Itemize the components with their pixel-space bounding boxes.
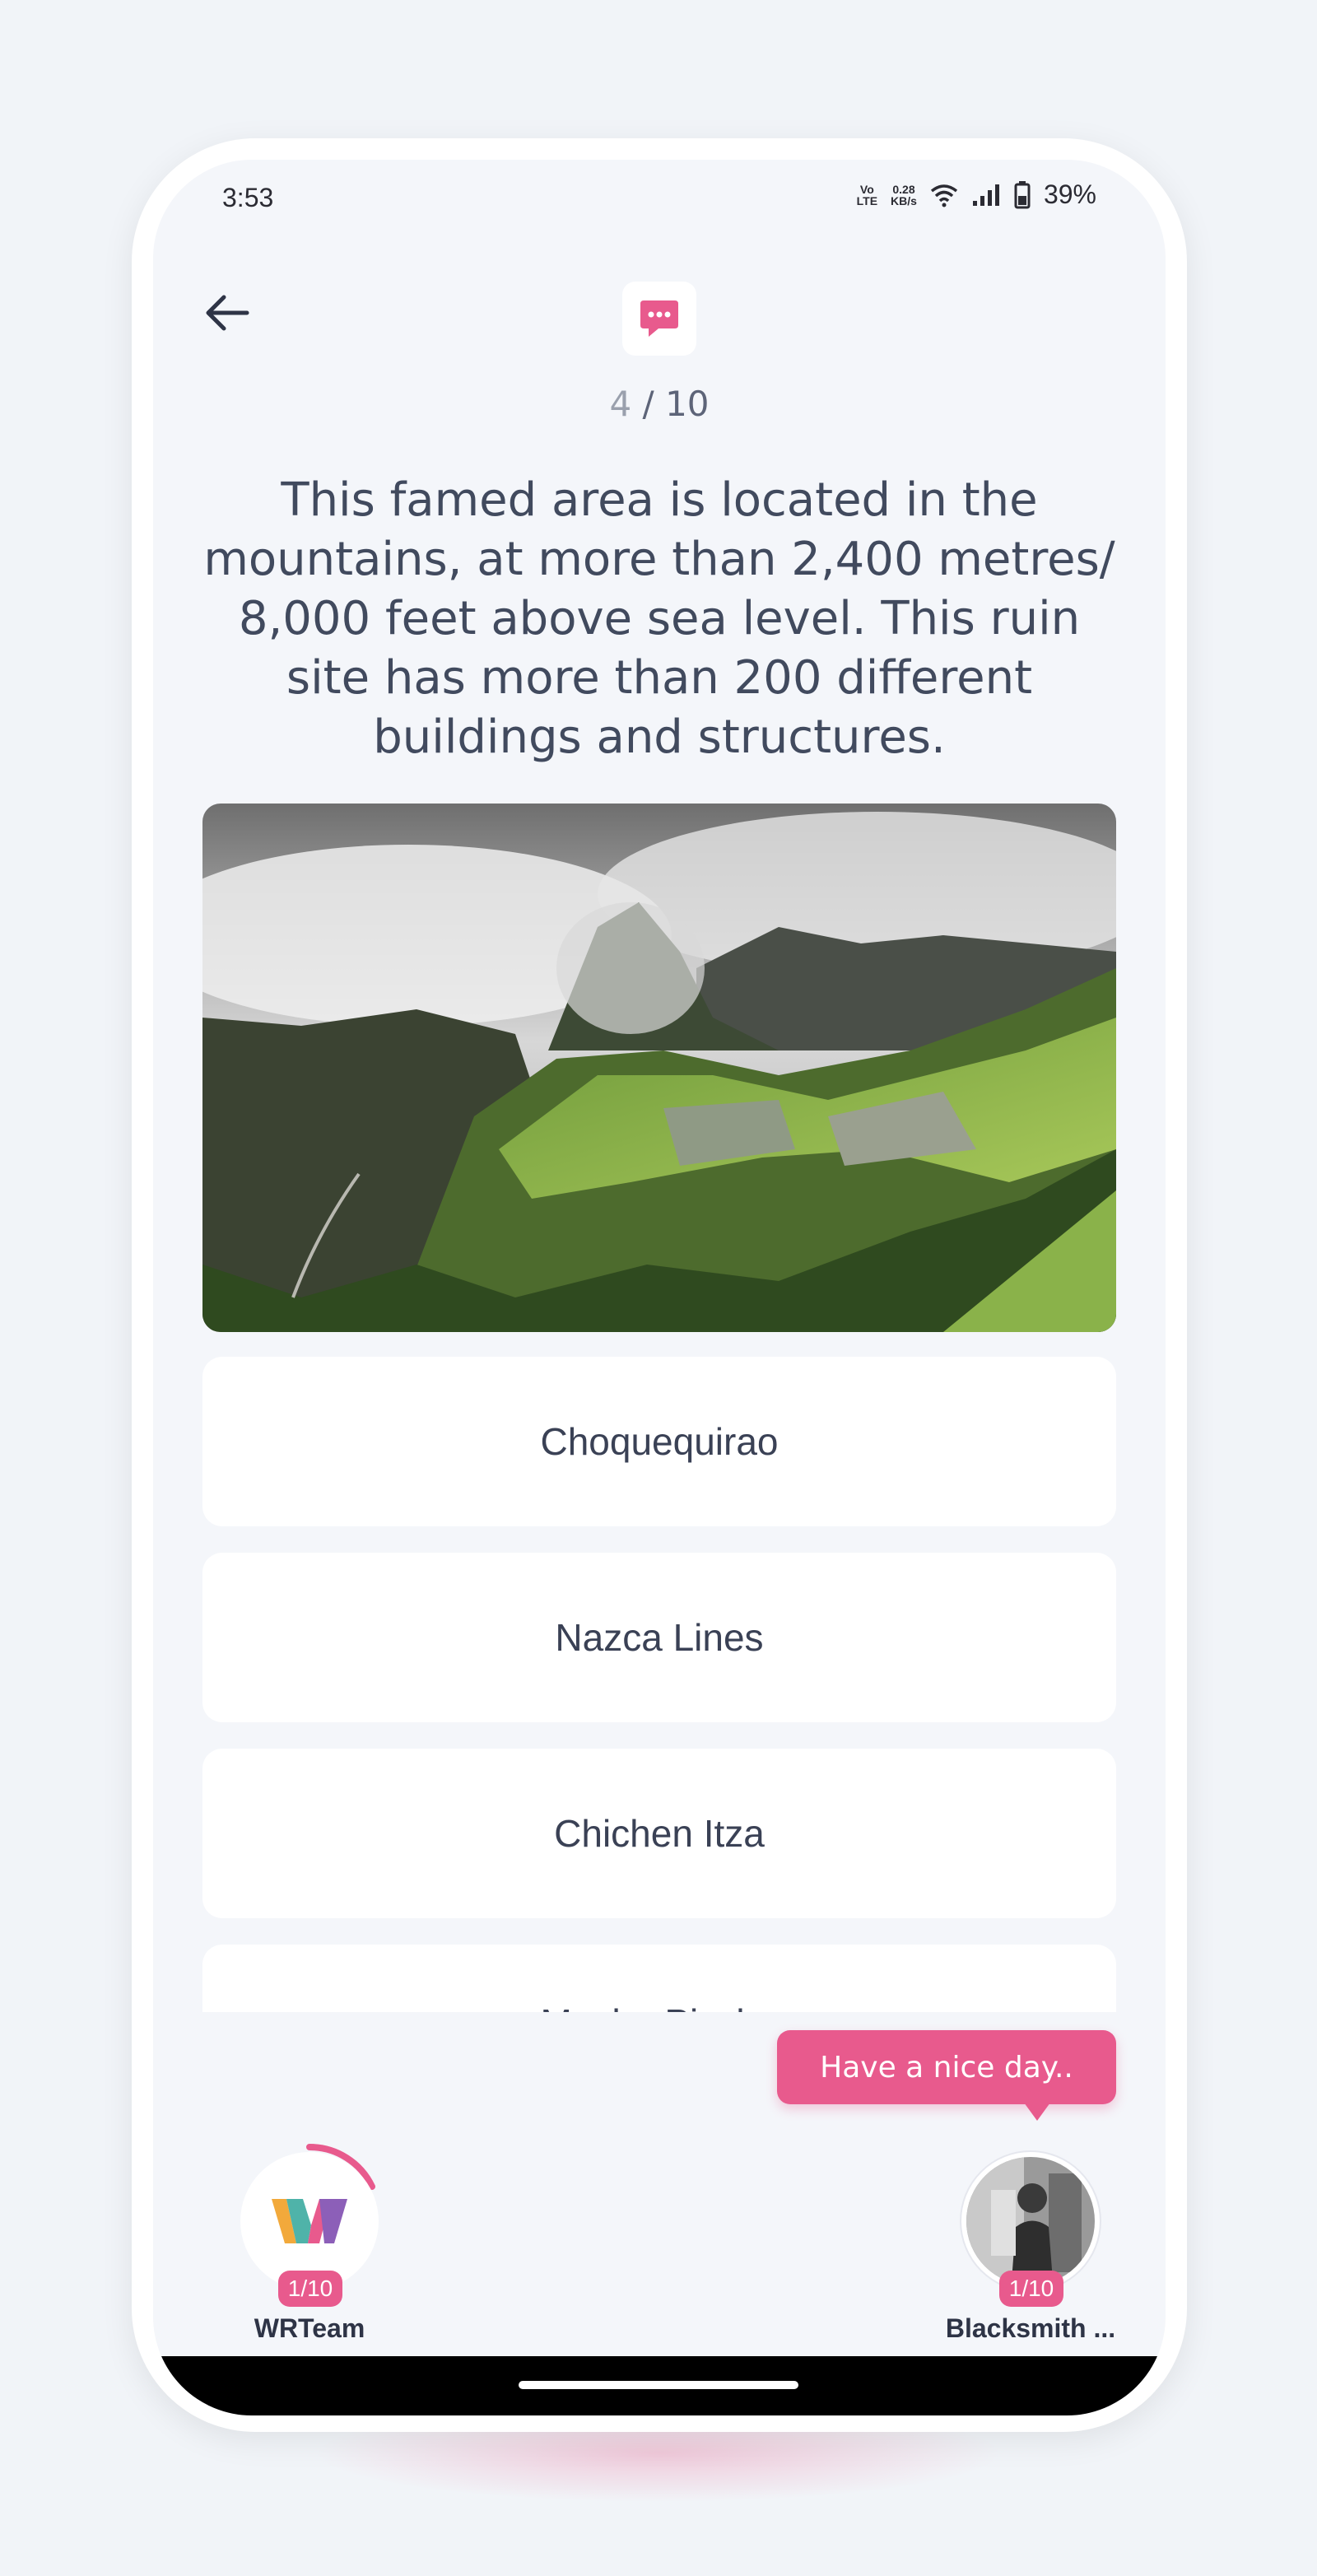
phone-screen: 3:53 Vo LTE 0.28 KB/s 39% 4 / 10 This fa… <box>153 160 1166 2415</box>
option-1[interactable]: Choquequirao <box>202 1357 1116 1526</box>
score-badge: 1/10 <box>278 2271 342 2307</box>
player-name: WRTeam <box>254 2313 365 2343</box>
question-counter: 4 / 10 <box>153 384 1166 424</box>
question-text: This famed area is located in the mounta… <box>203 473 1115 764</box>
volte-indicator: Vo LTE <box>856 182 878 207</box>
option-4[interactable]: Machu Picchu <box>202 1945 1116 2012</box>
answer-options: Choquequirao Nazca Lines Chichen Itza Ma… <box>202 1357 1116 2012</box>
avatar <box>961 2152 1100 2290</box>
back-button[interactable] <box>198 283 257 342</box>
counter-current: 4 <box>609 384 632 424</box>
network-speed: 0.28 KB/s <box>891 182 917 207</box>
counter-total: 10 <box>665 384 710 424</box>
counter-separator: / <box>631 384 666 424</box>
wifi-icon <box>930 184 958 207</box>
player-name: Blacksmith ... <box>945 2313 1116 2343</box>
signal-icon <box>972 184 999 206</box>
option-2[interactable]: Nazca Lines <box>202 1553 1116 1722</box>
battery-percent: 39% <box>1043 179 1096 209</box>
message-bubble: Have a nice day.. <box>777 2030 1116 2121</box>
battery-icon <box>1014 180 1031 208</box>
status-time: 3:53 <box>222 183 274 212</box>
avatar <box>240 2152 379 2290</box>
player-opponent: 1/10 Blacksmith ... <box>932 2152 1129 2350</box>
chat-button[interactable] <box>622 282 696 356</box>
wrteam-logo-icon <box>272 2199 347 2243</box>
system-nav-bar <box>153 2356 1166 2415</box>
home-handle[interactable] <box>519 2381 798 2389</box>
score-badge: 1/10 <box>999 2271 1063 2307</box>
question-image <box>202 804 1116 1332</box>
option-3[interactable]: Chichen Itza <box>202 1749 1116 1918</box>
arrow-left-icon <box>206 295 249 331</box>
player-self: 1/10 WRTeam <box>211 2143 408 2350</box>
user-photo-icon <box>966 2157 1095 2285</box>
status-icons: Vo LTE 0.28 KB/s 39% <box>857 179 1096 210</box>
chat-bubble-icon <box>640 300 678 337</box>
